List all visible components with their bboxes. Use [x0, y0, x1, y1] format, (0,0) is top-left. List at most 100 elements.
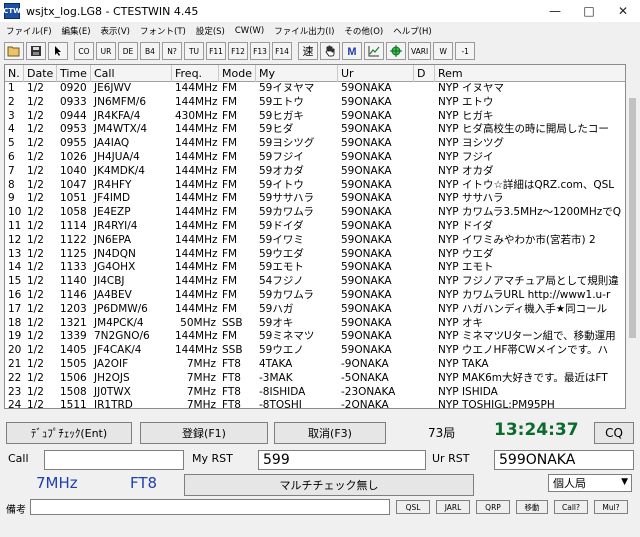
- cw-f13-button[interactable]: F13: [250, 42, 270, 60]
- cell-my: 59ウエノ: [259, 344, 304, 357]
- table-row[interactable]: 6 1/2 1026 JH4JUA/4 144MHz FM 59フジイ 59ONAKA NYP …: [5, 151, 625, 165]
- cell-my: 59オカダ: [259, 164, 304, 177]
- cw-f11-button[interactable]: F11: [206, 42, 226, 60]
- station-type-select[interactable]: 個人局 ▼: [548, 474, 632, 492]
- hand-icon[interactable]: [320, 42, 340, 60]
- menu-file[interactable]: ファイル(F): [2, 25, 56, 37]
- column-header-rem[interactable]: Rem: [435, 65, 625, 82]
- cw-tu-button[interactable]: TU: [184, 42, 204, 60]
- table-row[interactable]: 23 1/2 1508 JJ0TWX 7MHz FT8 -8ISHIDA -23ONAKA NY…: [5, 386, 625, 400]
- cell-no: 11: [8, 219, 22, 232]
- folder-open-icon[interactable]: [4, 42, 24, 60]
- minus1-button[interactable]: -1: [455, 42, 476, 60]
- floppy-icon[interactable]: [26, 42, 46, 60]
- close-button[interactable]: ✕: [606, 0, 640, 22]
- table-row[interactable]: 20 1/2 1405 JF4CAK/4 144MHz SSB 59ウエノ 59ONAKA NY…: [5, 344, 625, 358]
- table-row[interactable]: 21 1/2 1505 JA2OIF 7MHz FT8 4TAKA -9ONAKA NYP TA…: [5, 357, 625, 372]
- menu-settings[interactable]: 設定(S): [192, 25, 229, 37]
- table-row[interactable]: 3 1/2 0944 JR4KFA/4 430MHz FM 59ヒガキ 59ONAKA NYP …: [5, 110, 625, 124]
- table-row[interactable]: 16 1/2 1146 JA4BEV 144MHz FM 59カワムラ 59ONAKA NYP …: [5, 289, 625, 303]
- table-row[interactable]: 15 1/2 1140 JI4CBJ 144MHz FM 54フジノ 59ONAKA NYP フ…: [5, 275, 625, 289]
- table-row[interactable]: 24 1/2 1511 JR1TRD 7MHz FT8 -8TOSHI -2ONAKA NYP …: [5, 399, 625, 408]
- table-row[interactable]: 9 1/2 1051 JF4IMD 144MHz FM 59ササハラ 59ONAKA NYP サ…: [5, 192, 625, 206]
- cw-cursor-icon[interactable]: [48, 42, 68, 60]
- table-row[interactable]: 17 1/2 1203 JP6DMW/6 144MHz FM 59ハガ 59ONAKA NYP …: [5, 303, 625, 317]
- column-header-date[interactable]: Date: [24, 65, 57, 82]
- column-header-my[interactable]: My: [256, 65, 338, 82]
- log-grid[interactable]: N. Date Time Call Freq. Mode My Ur D Rem…: [4, 64, 626, 409]
- crosshair-icon[interactable]: [386, 42, 406, 60]
- cw-ur-button[interactable]: UR: [96, 42, 116, 60]
- table-row[interactable]: 5 1/2 0955 JA4IAQ 144MHz FM 59ヨシツグ 59ONAKA NYP ヨ…: [5, 137, 625, 151]
- dupe-check-button[interactable]: ﾃﾞｭﾌﾟﾁｪｯｸ(Ent): [6, 422, 132, 444]
- cq-button[interactable]: CQ: [594, 422, 634, 444]
- graph-icon[interactable]: [364, 42, 384, 60]
- table-row[interactable]: 1 1/2 0920 JE6JWV 144MHz FM 59イヌヤマ 59ONAKA NYP イ…: [5, 82, 625, 96]
- ur-rst-input[interactable]: 599ONAKA: [494, 450, 634, 470]
- column-header-ur[interactable]: Ur: [338, 65, 414, 82]
- table-row[interactable]: 7 1/2 1040 JK4MDK/4 144MHz FM 59オカダ 59ONAKA NYP …: [5, 164, 625, 179]
- cell-time: 0953: [60, 123, 87, 136]
- my-rst-input[interactable]: 599: [258, 450, 426, 470]
- cell-freq: 7MHz: [186, 371, 216, 384]
- w-button[interactable]: W: [433, 42, 454, 60]
- cw-de-button[interactable]: DE: [118, 42, 138, 60]
- table-row[interactable]: 11 1/2 1114 JR4RYI/4 144MHz FM 59ドイダ 59ONAKA NYP…: [5, 219, 625, 234]
- menu-file-output[interactable]: ファイル出力(I): [270, 25, 338, 37]
- cell-no: 2: [8, 95, 15, 108]
- multi-check-button[interactable]: マルチチェック無し: [184, 474, 474, 496]
- qsl-button[interactable]: QSL: [396, 500, 430, 514]
- jarl-button[interactable]: JARL: [436, 500, 470, 514]
- maximize-button[interactable]: □: [572, 0, 606, 22]
- multiplier-icon[interactable]: M: [342, 42, 362, 60]
- table-row[interactable]: 8 1/2 1047 JR4HFY 144MHz FM 59イトウ 59ONAKA NYP イト…: [5, 179, 625, 193]
- column-header-freq[interactable]: Freq.: [172, 65, 219, 82]
- minimize-button[interactable]: —: [538, 0, 572, 22]
- cw-f14-button[interactable]: F14: [272, 42, 292, 60]
- log-scrollbar-thumb[interactable]: [629, 98, 636, 338]
- table-row[interactable]: 12 1/2 1122 JN6EPA 144MHz FM 59イワミ 59ONAKA NYP イ…: [5, 234, 625, 248]
- cw-f12-button[interactable]: F12: [228, 42, 248, 60]
- cell-mode: FT8: [222, 357, 241, 370]
- cell-ur: -9ONAKA: [341, 357, 389, 370]
- log-scrollbar[interactable]: [627, 64, 638, 409]
- menu-help[interactable]: ヘルプ(H): [389, 25, 436, 37]
- column-header-no[interactable]: N.: [5, 65, 24, 82]
- cancel-button[interactable]: 取消(F3): [274, 422, 386, 444]
- cw-co-button[interactable]: CO: [74, 42, 94, 60]
- menu-cw[interactable]: CW(W): [231, 26, 268, 36]
- column-header-d[interactable]: D: [414, 65, 435, 82]
- mul-query-button[interactable]: Mul?: [594, 500, 628, 514]
- menu-view[interactable]: 表示(V): [97, 25, 134, 37]
- app-icon[interactable]: CTW: [3, 3, 21, 19]
- cell-my: 59ミネマツ: [259, 330, 315, 343]
- table-row[interactable]: 13 1/2 1125 JN4DQN 144MHz FM 59ウエダ 59ONAKA NYP ウ…: [5, 248, 625, 262]
- table-row[interactable]: 18 1/2 1321 JM4PCK/4 50MHz SSB 59オキ 59ONAKA NYP …: [5, 316, 625, 331]
- menu-font[interactable]: フォント(T): [136, 25, 190, 37]
- column-header-mode[interactable]: Mode: [219, 65, 256, 82]
- remarks-input[interactable]: [30, 499, 390, 515]
- speed-button[interactable]: 速: [298, 42, 318, 60]
- table-row[interactable]: 4 1/2 0953 JM4WTX/4 144MHz FM 59ヒダ 59ONAKA NYP ヒ…: [5, 123, 625, 137]
- cw-nr-button[interactable]: N?: [162, 42, 182, 60]
- move-button[interactable]: 移動: [516, 500, 548, 514]
- table-row[interactable]: 2 1/2 0933 JN6MFM/6 144MHz FM 59エトウ 59ONAKA NYP …: [5, 95, 625, 110]
- column-header-time[interactable]: Time: [57, 65, 91, 82]
- cw-b4-button[interactable]: B4: [140, 42, 160, 60]
- column-header-call[interactable]: Call: [91, 65, 172, 82]
- register-button[interactable]: 登録(F1): [140, 422, 268, 444]
- call-input[interactable]: [44, 450, 184, 470]
- vari-button[interactable]: VARI: [408, 42, 432, 60]
- table-row[interactable]: 19 1/2 1339 7N2GNO/6 144MHz FM 59ミネマツ 59ONAKA NY…: [5, 330, 625, 344]
- cell-no: 10: [8, 206, 22, 219]
- table-row[interactable]: 10 1/2 1058 JE4EZP 144MHz FM 59カワムラ 59ONAKA NYP …: [5, 206, 625, 220]
- menu-other[interactable]: その他(O): [340, 25, 387, 37]
- table-row[interactable]: 14 1/2 1133 JG4OHX 144MHz FM 59エモト 59ONAKA NYP エ…: [5, 261, 625, 275]
- menu-edit[interactable]: 編集(E): [58, 25, 95, 37]
- call-query-button[interactable]: Call?: [554, 500, 588, 514]
- cell-no: 18: [8, 316, 22, 329]
- qrp-button[interactable]: QRP: [476, 500, 510, 514]
- cell-my: 59カワムラ: [259, 206, 314, 219]
- cell-date: 1/2: [27, 123, 44, 136]
- table-row[interactable]: 22 1/2 1506 JH2OJS 7MHz FT8 -3MAK -5ONAKA NYP MA…: [5, 371, 625, 386]
